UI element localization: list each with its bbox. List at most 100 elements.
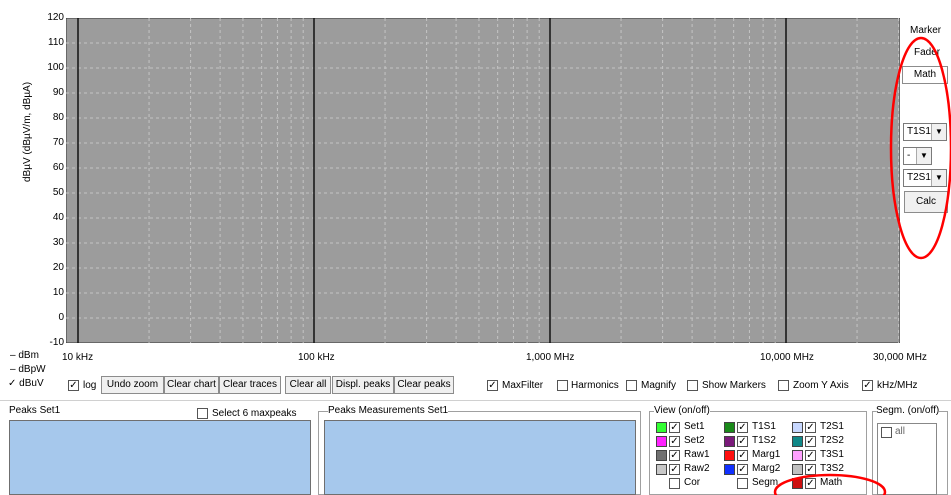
khz-mhz-checkbox[interactable]: ✓: [862, 380, 873, 391]
harmonics-label: Harmonics: [571, 380, 619, 391]
log-checkbox[interactable]: ✓: [68, 380, 79, 391]
y-tick-label: 110: [48, 37, 64, 48]
y-tick-label: 20: [52, 262, 64, 273]
y-tick-label: 10: [52, 287, 64, 298]
trace2-select[interactable]: T2S1 ▼: [903, 169, 947, 187]
x-tick-10000mhz: 10,000 MHz: [760, 352, 814, 363]
view-label: Cor: [684, 477, 701, 488]
marker-tab[interactable]: Marker: [910, 25, 941, 36]
unit-dbuv-label: dBuV: [19, 378, 44, 389]
y-tick-label: 50: [52, 187, 64, 198]
x-tick-30000mhz: 30,000 MHz: [873, 352, 927, 363]
magnify-checkbox[interactable]: [626, 380, 637, 391]
view-checkbox-set2[interactable]: ✓: [669, 436, 680, 447]
spectrum-chart[interactable]: [66, 18, 900, 343]
unit-dbm[interactable]: – dBm: [10, 350, 39, 361]
view-checkbox-t3s1[interactable]: ✓: [805, 450, 816, 461]
view-checkbox-cor[interactable]: [669, 478, 680, 489]
segm-list[interactable]: all: [877, 423, 937, 495]
show-markers-label: Show Markers: [702, 380, 766, 391]
view-color-swatch: [724, 450, 735, 461]
y-tick-label: 120: [47, 12, 64, 23]
view-color-swatch: [792, 436, 803, 447]
view-label: Raw1: [684, 449, 710, 460]
maxfilter-checkbox[interactable]: ✓: [487, 380, 498, 391]
view-label: T1S2: [752, 435, 776, 446]
view-color-swatch: [656, 464, 667, 475]
y-tick-label: 100: [47, 62, 64, 73]
view-checkbox-t3s2[interactable]: ✓: [805, 464, 816, 475]
segm-title: Segm. (on/off): [876, 405, 940, 416]
clear-all-button[interactable]: Clear all: [285, 376, 331, 394]
y-tick-label: 90: [52, 87, 64, 98]
trace1-select[interactable]: T1S1 ▼: [903, 123, 947, 141]
view-color-swatch: [656, 436, 667, 447]
unit-dbuv[interactable]: ✓ dBuV: [8, 378, 44, 389]
x-tick-100khz: 100 kHz: [298, 352, 335, 363]
view-checkbox-t1s1[interactable]: ✓: [737, 422, 748, 433]
magnify-label: Magnify: [641, 380, 677, 391]
view-label: Math: [820, 477, 843, 488]
calc-button[interactable]: Calc: [904, 191, 948, 213]
y-tick-label: 80: [52, 112, 64, 123]
trace2-value: T2S1: [907, 172, 931, 183]
trace1-value: T1S1: [907, 126, 931, 137]
view-checkbox-segm[interactable]: [737, 478, 748, 489]
view-checkbox-t2s1[interactable]: ✓: [805, 422, 816, 433]
view-label: T2S1: [820, 421, 844, 432]
view-checkbox-raw1[interactable]: ✓: [669, 450, 680, 461]
view-color-swatch: [792, 464, 803, 475]
show-markers-checkbox[interactable]: [687, 380, 698, 391]
y-tick-label: 0: [58, 312, 64, 323]
undo-zoom-button[interactable]: Undo zoom: [101, 376, 164, 394]
view-label: Marg1: [752, 449, 781, 460]
clear-peaks-button[interactable]: Clear peaks: [394, 376, 454, 394]
panel-divider: [0, 400, 951, 401]
chevron-down-icon: ▼: [916, 148, 931, 164]
view-label: Set2: [684, 435, 705, 446]
unit-dbm-label: dBm: [18, 350, 39, 361]
zoom-y-axis-label: Zoom Y Axis: [793, 380, 849, 391]
view-label: Set1: [684, 421, 705, 432]
view-checkbox-marg2[interactable]: ✓: [737, 464, 748, 475]
select-6-maxpeaks-checkbox[interactable]: [197, 408, 208, 419]
y-tick-label: 70: [52, 137, 64, 148]
view-color-swatch: [724, 422, 735, 433]
x-tick-1000mhz: 1,000 MHz: [526, 352, 575, 363]
view-color-swatch: [724, 464, 735, 475]
view-label: T3S1: [820, 449, 844, 460]
harmonics-checkbox[interactable]: [557, 380, 568, 391]
operator-select[interactable]: - ▼: [903, 147, 932, 165]
operator-value: -: [907, 150, 911, 161]
peaks-set-list[interactable]: [9, 420, 311, 495]
zoom-y-axis-checkbox[interactable]: [778, 380, 789, 391]
view-color-swatch: [792, 422, 803, 433]
unit-dbpw[interactable]: – dBpW: [10, 364, 46, 375]
fader-tab[interactable]: Fader: [914, 47, 940, 58]
peaks-measurements-list[interactable]: [324, 420, 636, 495]
view-color-swatch: [724, 436, 735, 447]
view-checkbox-t1s2[interactable]: ✓: [737, 436, 748, 447]
y-tick-label: -10: [49, 337, 64, 348]
display-peaks-button[interactable]: Displ. peaks: [332, 376, 394, 394]
x-tick-10khz: 10 kHz: [62, 352, 94, 363]
view-label: Raw2: [684, 463, 710, 474]
view-color-swatch: [656, 450, 667, 461]
view-label: T2S2: [820, 435, 844, 446]
view-title: View (on/off): [654, 405, 710, 416]
view-checkbox-marg1[interactable]: ✓: [737, 450, 748, 461]
y-tick-label: 60: [52, 162, 64, 173]
segm-all-checkbox[interactable]: [881, 427, 892, 438]
view-checkbox-math[interactable]: ✓: [805, 478, 816, 489]
view-checkbox-raw2[interactable]: ✓: [669, 464, 680, 475]
unit-dbpw-label: dBpW: [18, 364, 46, 375]
clear-chart-button[interactable]: Clear chart: [164, 376, 219, 394]
clear-traces-button[interactable]: Clear traces: [219, 376, 281, 394]
select-6-maxpeaks-label: Select 6 maxpeaks: [212, 408, 297, 419]
segm-all-label: all: [895, 426, 906, 437]
khz-mhz-label: kHz/MHz: [877, 380, 918, 391]
view-checkbox-t2s2[interactable]: ✓: [805, 436, 816, 447]
math-tab[interactable]: Math: [902, 66, 948, 84]
view-checkbox-set1[interactable]: ✓: [669, 422, 680, 433]
peaks-set-title: Peaks Set1: [9, 405, 61, 416]
